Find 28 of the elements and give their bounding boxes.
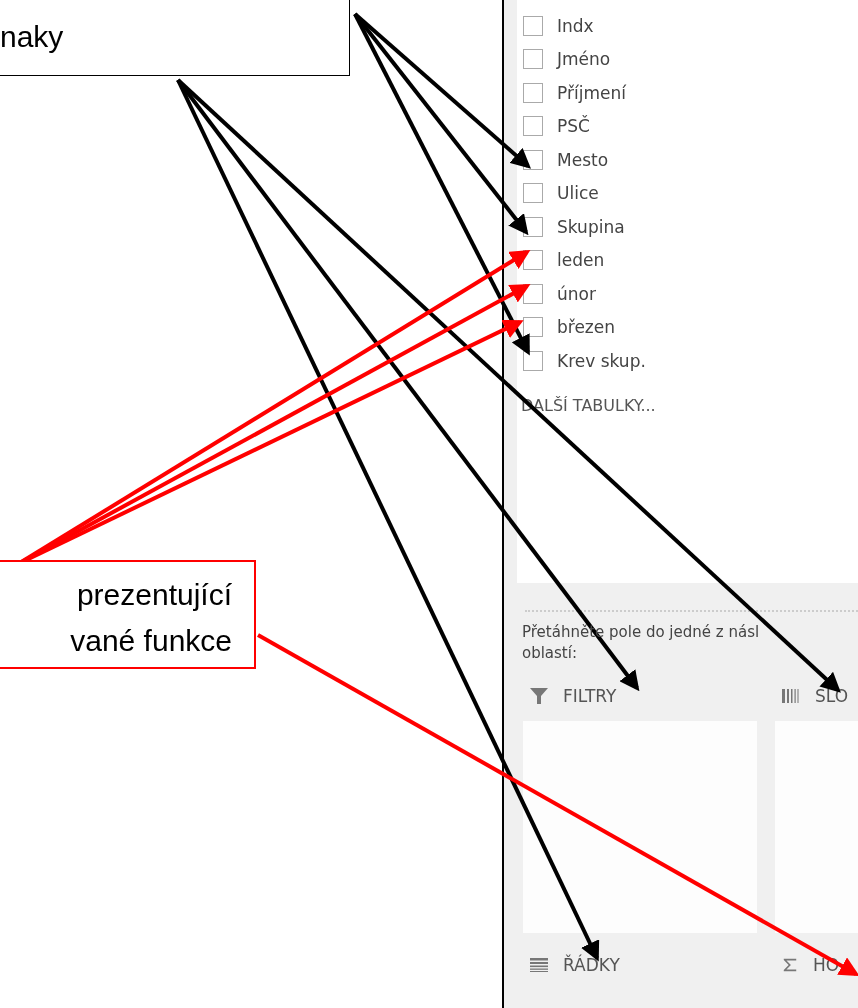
field-label[interactable]: PSČ xyxy=(557,116,590,137)
callout-box: prezentující vané funkce xyxy=(0,560,256,669)
columns-icon xyxy=(781,688,801,704)
field-label[interactable]: Příjmení xyxy=(557,82,626,103)
field-label[interactable]: únor xyxy=(557,283,596,304)
checkbox[interactable] xyxy=(523,15,543,36)
rows-icon xyxy=(529,957,549,973)
checkbox[interactable] xyxy=(523,350,543,371)
field-label[interactable]: Skupina xyxy=(557,216,625,237)
checkbox[interactable] xyxy=(523,183,543,204)
sigma-icon xyxy=(781,957,799,973)
field-label[interactable]: Krev skup. xyxy=(557,350,646,371)
checkbox[interactable] xyxy=(523,317,543,338)
checkbox[interactable] xyxy=(523,49,543,70)
field-label[interactable]: Indx xyxy=(557,15,594,36)
funnel-icon xyxy=(529,687,549,705)
field-label[interactable]: Mesto xyxy=(557,149,609,170)
area-label: ŘÁDKY xyxy=(563,955,620,975)
field-label[interactable]: Ulice xyxy=(557,183,599,204)
field-label[interactable]: Jméno xyxy=(557,49,611,70)
drop-area[interactable] xyxy=(523,721,757,933)
field-label[interactable]: leden xyxy=(557,250,605,271)
callout-box: naky xyxy=(0,0,350,76)
checkbox[interactable] xyxy=(523,82,543,103)
area-label: FILTRY xyxy=(563,686,617,706)
area-label: SLO xyxy=(815,686,849,706)
field-label[interactable]: březen xyxy=(557,317,616,338)
checkbox[interactable] xyxy=(523,116,543,137)
